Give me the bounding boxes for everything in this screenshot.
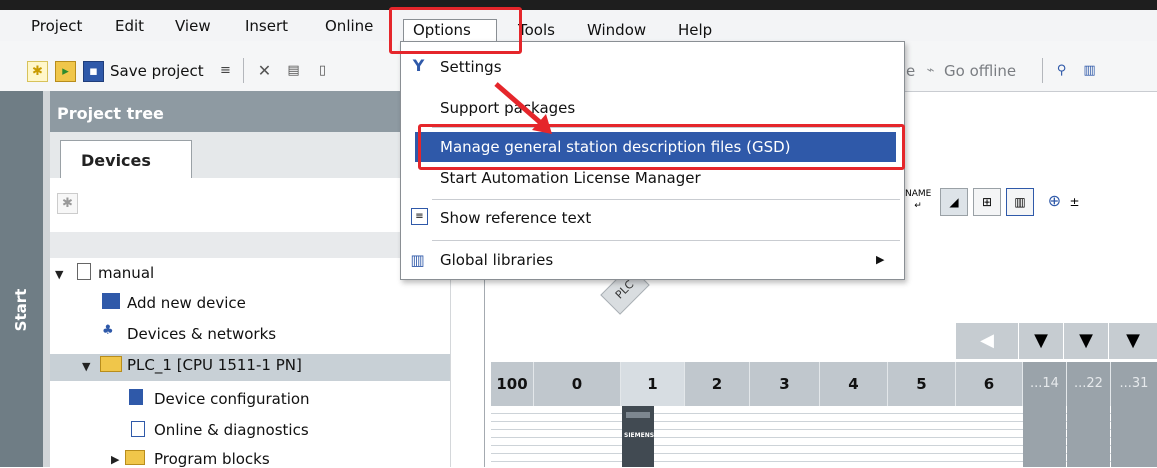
cpu-module[interactable]: SIEMENS [622,406,654,467]
device-config-icon [129,389,143,405]
tree-item-device-configuration[interactable]: Device configuration [154,390,310,408]
slot-number: ...14 [1023,362,1067,406]
toolbar-separator [1042,58,1043,83]
menu-item-license-manager[interactable]: Start Automation License Manager [440,169,701,187]
expand-triangle-icon[interactable]: ▶ [111,453,119,466]
copy-icon[interactable]: ▤ [284,61,303,80]
scroll-left-icon[interactable]: ◀ [956,323,1019,359]
library-icon: ▥ [410,251,425,269]
tree-item-add-new-device[interactable]: Add new device [127,294,246,312]
go-offline-button[interactable]: Go offline [944,62,1016,80]
slot-dropdown-icon[interactable]: ▼ [1064,323,1109,359]
zoom-dropdown-icon[interactable]: ± [1065,193,1084,212]
network-icon: ♣ [102,323,114,338]
go-offline-icon[interactable]: ⌁ [921,61,940,80]
tree-item-manual[interactable]: manual [98,264,154,282]
window-top-strip [0,0,1157,10]
tree-item-program-blocks[interactable]: Program blocks [154,450,270,468]
menu-insert[interactable]: Insert [245,17,288,35]
tree-item-plc[interactable]: PLC_1 [CPU 1511-1 PN] [127,356,302,374]
go-online-button[interactable]: e [906,62,915,80]
expand-triangle-icon[interactable]: ▼ [82,360,90,373]
slot-number: 4 [820,362,888,406]
slot-number: ...22 [1067,362,1111,406]
slot-dropdown-icon[interactable]: ▼ [1019,323,1064,359]
slot-number: 0 [534,362,621,406]
slot-number: ...31 [1111,362,1157,406]
paste-icon[interactable]: ▯ [313,61,332,80]
menu-tools[interactable]: Tools [518,21,555,39]
start-sidebar[interactable] [0,91,43,467]
slot-number: 3 [750,362,820,406]
monitor-icon[interactable]: ▥ [1080,61,1099,80]
project-file-icon [77,263,91,280]
menu-window[interactable]: Window [587,21,646,39]
add-device-icon [102,293,120,309]
save-project-button[interactable]: Save project [110,62,204,80]
show-module-icon[interactable]: ◢ [940,188,968,216]
start-label[interactable]: Start [12,282,32,338]
menu-item-show-reference-text[interactable]: Show reference text [440,209,591,227]
rack-empty-column [1067,406,1110,467]
settings-icon: Y [412,56,425,75]
slot-number: 2 [685,362,750,406]
cut-icon[interactable]: ✕ [255,61,274,80]
menu-edit[interactable]: Edit [115,17,144,35]
slot-number: 100 [491,362,534,406]
zoom-icon[interactable]: ⊕ [1045,191,1064,210]
open-project-icon[interactable]: ▸ [55,61,76,82]
menu-view[interactable]: View [175,17,211,35]
tree-column-divider [450,256,451,467]
print-icon[interactable]: ≡ [216,61,235,80]
rack-empty-column [1023,406,1066,467]
save-icon[interactable]: ▪ [83,61,104,82]
split-view-icon[interactable]: ▥ [1006,188,1034,216]
name-view-icon[interactable]: NAME ↵ [905,188,931,214]
accessible-devices-icon[interactable]: ⚲ [1052,61,1071,80]
plc-folder-icon [100,356,122,372]
reference-text-icon: ≡ [411,208,428,225]
menu-bar [0,10,1157,41]
menu-separator [432,240,900,241]
device-view-edge [484,256,485,467]
menu-online[interactable]: Online [325,17,373,35]
sidebar-gap [43,91,50,467]
menu-project[interactable]: Project [31,17,82,35]
project-tree-title: Project tree [57,104,164,123]
menu-help[interactable]: Help [678,21,712,39]
menu-separator [432,199,900,200]
menu-item-settings[interactable]: Settings [440,58,502,76]
tab-devices[interactable]: Devices [60,140,192,179]
program-blocks-folder-icon [125,450,145,465]
diagnostics-icon [131,421,145,437]
slot-number: 1 [621,362,685,406]
expand-triangle-icon[interactable]: ▼ [55,268,63,281]
menu-item-global-libraries[interactable]: Global libraries [440,251,553,269]
slot-number: 6 [956,362,1023,406]
rack-empty-column [1111,406,1157,467]
new-project-icon[interactable]: ✱ [27,61,48,82]
toolbar-separator [243,58,244,83]
submenu-arrow-icon: ▶ [876,253,885,266]
tab-devices-label: Devices [81,151,151,170]
slot-number: 5 [888,362,956,406]
tree-item-devices-networks[interactable]: Devices & networks [127,325,276,343]
annotation-box-options [389,7,522,54]
slot-dropdown-icon[interactable]: ▼ [1109,323,1157,359]
module-brand: SIEMENS [624,432,655,439]
tree-item-online-diagnostics[interactable]: Online & diagnostics [154,421,309,439]
annotation-arrow [494,82,552,134]
table-view-icon[interactable]: ⊞ [973,188,1001,216]
add-item-icon[interactable]: ✱ [57,193,78,214]
